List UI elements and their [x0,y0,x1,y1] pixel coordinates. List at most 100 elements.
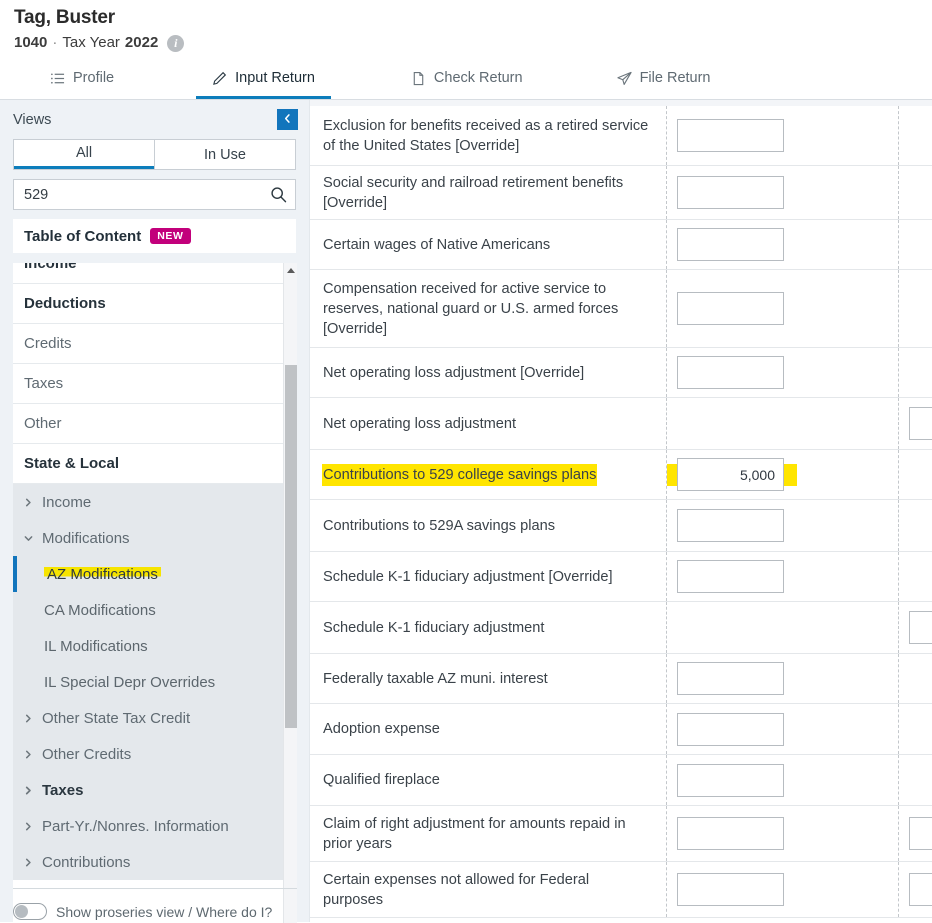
row-input-field[interactable]: 5,000 [677,458,784,491]
table-row[interactable]: Certain wages of Native Americans [310,220,932,270]
row-input-field[interactable] [677,662,784,695]
tree-group-taxes-state[interactable]: Taxes [13,772,283,808]
sidebar-scrollbar[interactable] [283,263,297,923]
tree-item-credits[interactable]: Credits [13,324,283,364]
row-input-cell-col1[interactable] [666,806,898,861]
row-input-cell-col2[interactable] [898,704,932,754]
row-input-field[interactable] [909,407,932,440]
tree-group-income-state[interactable]: Income [13,484,283,520]
tab-file-return[interactable]: File Return [601,61,727,99]
row-input-field[interactable] [677,763,784,797]
row-input-field[interactable] [677,176,784,209]
row-input-cell-col1[interactable] [666,552,898,601]
table-row[interactable]: Adoption expense [310,704,932,755]
tree-item-income-federal[interactable]: Income [13,263,283,284]
row-input-cell-col1[interactable] [666,602,898,653]
row-input-cell-col2[interactable] [898,552,932,601]
table-row[interactable]: Claim of right adjustment for amounts re… [310,806,932,862]
row-input-cell-col2[interactable] [898,500,932,551]
row-input-field[interactable] [677,228,784,261]
row-input-cell-col2[interactable] [898,348,932,397]
new-badge: NEW [150,228,191,244]
row-input-cell-col1[interactable] [666,270,898,347]
row-input-field[interactable] [677,712,784,746]
row-label: Federally taxable AZ muni. interest [323,670,548,687]
row-input-field[interactable] [677,873,784,906]
table-row[interactable]: Social security and railroad retirement … [310,166,932,220]
tree-group-part-yr-nonres-information[interactable]: Part-Yr./Nonres. Information [13,808,283,844]
row-input-cell-col1[interactable] [666,862,898,917]
table-row[interactable]: Qualified fireplace [310,755,932,806]
tree-group-other-state-tax-credit[interactable]: Other State Tax Credit [13,700,283,736]
row-input-cell-col2[interactable] [898,755,932,805]
views-segment-in-use[interactable]: In Use [154,140,295,169]
row-input-field-col2[interactable] [909,817,932,850]
row-input-cell-col2[interactable] [898,166,932,219]
tree-group-other-credits[interactable]: Other Credits [13,736,283,772]
table-row[interactable]: Compensation received for active service… [310,270,932,348]
sidebar-scrollbar-thumb[interactable] [285,365,297,728]
row-input-cell-col1[interactable] [666,348,898,397]
row-input-field[interactable] [677,356,784,389]
row-input-field[interactable] [677,560,784,593]
sidebar-collapse-button[interactable] [277,109,298,130]
tree-item-il-special-depr-overrides[interactable]: IL Special Depr Overrides [13,664,283,700]
views-segment-all[interactable]: All [14,140,154,169]
row-input-cell-col2[interactable] [898,654,932,703]
row-input-cell-col2[interactable] [898,450,932,499]
row-input-cell-col1[interactable] [666,755,898,805]
row-input-field-col2[interactable] [909,873,932,906]
row-input-field[interactable] [677,817,784,850]
tree-item-il-modifications[interactable]: IL Modifications [13,628,283,664]
search-box[interactable] [13,179,296,210]
tree-group-modifications[interactable]: Modifications [13,520,283,556]
tree-item-deductions[interactable]: Deductions [13,284,283,324]
tree-item-ca-modifications[interactable]: CA Modifications [13,592,283,628]
tree-group-contributions[interactable]: Contributions [13,844,283,880]
row-input-cell-col1[interactable] [666,398,898,449]
row-input-cell-col1[interactable] [666,500,898,551]
row-label: Claim of right adjustment for amounts re… [323,815,626,852]
row-input-cell-col1[interactable] [666,704,898,754]
search-input[interactable] [24,186,270,203]
tab-input-return[interactable]: Input Return [196,61,331,99]
tab-profile[interactable]: Profile [34,61,130,99]
row-input-field[interactable] [909,611,932,644]
table-row[interactable]: Contributions to 529A savings plans [310,500,932,552]
table-row[interactable]: Net operating loss adjustment [Override] [310,348,932,398]
row-input-field[interactable] [677,509,784,542]
tree-item-other[interactable]: Other [13,404,283,444]
proseries-view-toggle[interactable] [13,903,47,920]
info-icon[interactable]: i [167,34,185,52]
row-input-cell-col2[interactable] [898,862,932,917]
table-row[interactable]: Federally taxable AZ muni. interest [310,654,932,704]
row-input-field[interactable] [677,119,784,152]
row-label: Exclusion for benefits received as a ret… [323,117,649,154]
row-input-cell-col1[interactable] [666,220,898,269]
row-input-cell-col2[interactable] [898,398,932,449]
tree-item-state-and-local[interactable]: State & Local [13,444,283,484]
row-input-cell-col2[interactable] [898,602,932,653]
scroll-up-arrow-icon[interactable] [284,263,297,278]
row-input-cell-col2[interactable] [898,106,932,165]
row-input-cell-col1[interactable] [666,166,898,219]
table-of-content-row[interactable]: Table of Content NEW [13,219,296,253]
tree-item-taxes[interactable]: Taxes [13,364,283,404]
table-row-highlighted[interactable]: Contributions to 529 college savings pla… [310,450,932,500]
table-row[interactable]: Certain expenses not allowed for Federal… [310,862,932,918]
table-row[interactable]: Schedule K-1 fiduciary adjustment [Overr… [310,552,932,602]
table-row[interactable]: Net operating loss adjustment [310,398,932,450]
row-input-cell-col1[interactable]: 5,000 [666,450,898,499]
tree-item-az-modifications[interactable]: AZ Modifications [13,556,283,592]
row-input-cell-col2[interactable] [898,806,932,861]
row-input-cell-col1[interactable] [666,654,898,703]
form-number: 1040 [14,34,48,51]
table-row[interactable]: Exclusion for benefits received as a ret… [310,106,932,166]
row-input-field[interactable] [677,292,784,325]
table-row[interactable]: Schedule K-1 fiduciary adjustment [310,602,932,654]
row-input-cell-col1[interactable] [666,106,898,165]
row-input-cell-col2[interactable] [898,220,932,269]
row-input-cell-col2[interactable] [898,270,932,347]
tab-check-return[interactable]: Check Return [395,61,539,99]
search-icon[interactable] [270,186,287,203]
